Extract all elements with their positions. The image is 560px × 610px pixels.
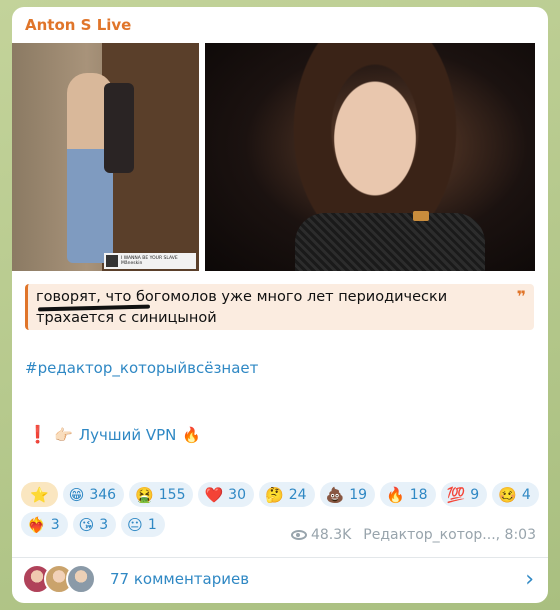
reaction-neutral[interactable]: 😐 1 — [121, 512, 165, 537]
reaction-count: 3 — [99, 516, 109, 533]
photo-mirror-selfie[interactable]: I WANNA BE YOUR SLAVE Måneskin — [12, 43, 199, 271]
reaction-woozy[interactable]: 🥴 4 — [492, 482, 539, 507]
quote-block: говорят, что богомолов уже много лет пер… — [25, 284, 534, 330]
view-count: 48.3K — [310, 527, 352, 543]
reaction-kiss[interactable]: 😘 3 — [72, 512, 117, 537]
reaction-count: 19 — [349, 486, 368, 503]
author-time: Редактор_котор..., 8:03 — [363, 527, 536, 543]
exclamation-icon: ❗ — [27, 425, 49, 445]
message-meta: 48.3K Редактор_котор..., 8:03 — [290, 527, 536, 543]
reaction-count: 9 — [470, 486, 480, 503]
channel-name[interactable]: Anton S Live — [25, 16, 131, 34]
reaction-count: 1 — [147, 516, 157, 533]
fire-icon: 🔥 — [182, 426, 202, 444]
reaction-count: 18 — [409, 486, 428, 503]
reaction-count: 3 — [50, 516, 60, 533]
hashtag-link[interactable]: #редактор_которыйвсёзнает — [25, 359, 258, 377]
grin-icon: 😁 — [68, 485, 85, 504]
photo-portrait[interactable] — [205, 43, 535, 271]
reaction-count: 4 — [521, 486, 531, 503]
photo-dress — [295, 213, 485, 271]
photo-jacket — [104, 83, 134, 173]
reaction-count: 155 — [158, 486, 186, 503]
comments-label: 77 комментариев — [110, 570, 250, 588]
reaction-star[interactable]: ⭐ — [21, 482, 58, 507]
reaction-count: 30 — [228, 486, 246, 503]
reaction-count: 346 — [89, 486, 117, 503]
vpn-link[interactable]: Лучший VPN — [79, 426, 177, 444]
reaction-poo[interactable]: 💩 19 — [319, 482, 376, 507]
reaction-thinking[interactable]: 🤔 24 — [259, 482, 315, 507]
poo-icon: 💩 — [325, 485, 345, 504]
star-icon: ⭐ — [30, 485, 49, 504]
reaction-heart[interactable]: ❤️ 30 — [198, 482, 254, 507]
thinking-icon: 🤔 — [265, 485, 284, 504]
vomit-icon: 🤮 — [135, 485, 154, 504]
music-sticker: I WANNA BE YOUR SLAVE Måneskin — [104, 253, 196, 269]
reaction-grin[interactable]: 😁 346 — [62, 482, 125, 507]
album-cover-icon — [106, 255, 118, 267]
pointing-hand-icon: 👉🏻 — [54, 426, 73, 444]
heart-icon: ❤️ — [204, 485, 224, 504]
comments-button[interactable]: 77 комментариев › — [22, 559, 538, 599]
quote-icon: ❞ — [516, 287, 526, 306]
chevron-right-icon: › — [525, 566, 534, 592]
fire-icon: 🔥 — [386, 485, 405, 504]
photo-watch — [413, 211, 429, 221]
message-bubble: Anton S Live I WANNA BE YOUR SLAVE Månes… — [12, 7, 548, 603]
reaction-hundred[interactable]: 💯 9 — [440, 482, 488, 507]
woozy-icon: 🥴 — [498, 485, 517, 504]
reaction-count: 24 — [288, 486, 307, 503]
reaction-vomit[interactable]: 🤮 155 — [129, 482, 194, 507]
neutral-face-icon: 😐 — [127, 515, 143, 534]
kiss-icon: 😘 — [78, 515, 95, 534]
eye-icon — [290, 530, 307, 540]
reaction-heart-fire[interactable]: ❤️‍🔥 3 — [21, 512, 68, 537]
reaction-fire[interactable]: 🔥 18 — [380, 482, 436, 507]
avatar — [66, 564, 96, 594]
divider — [12, 557, 548, 558]
vpn-line: ❗ 👉🏻 Лучший VPN 🔥 — [27, 425, 201, 445]
sticker-artist: Måneskin — [121, 261, 143, 266]
hundred-icon: 💯 — [446, 485, 466, 504]
heart-fire-icon: ❤️‍🔥 — [27, 515, 46, 534]
commenter-avatars — [22, 564, 96, 594]
